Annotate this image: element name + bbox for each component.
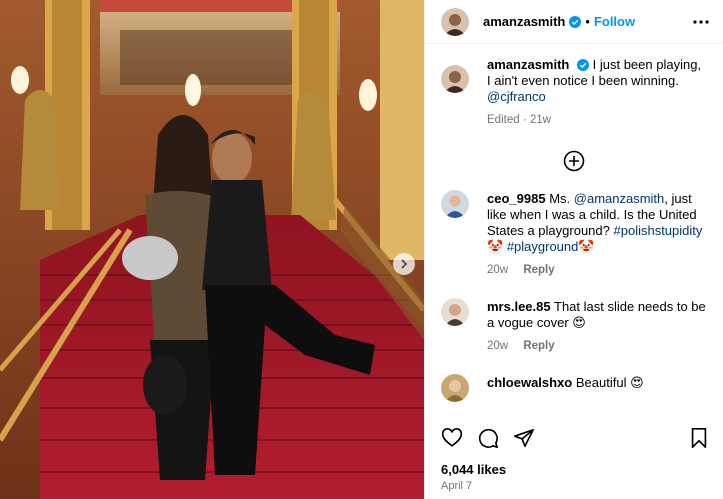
- chevron-right-icon: [401, 259, 408, 269]
- caption-mention-link[interactable]: @cjfranco: [487, 89, 546, 104]
- reply-button[interactable]: Reply: [523, 340, 554, 352]
- next-slide-button[interactable]: [393, 253, 415, 275]
- commenter-avatar[interactable]: [441, 374, 469, 402]
- post-panel: amanzasmith • Follow amanzasmith I just …: [424, 0, 723, 499]
- post-photo[interactable]: [0, 0, 424, 499]
- action-bar: [425, 420, 723, 456]
- post-header: amanzasmith • Follow: [425, 0, 723, 44]
- clown-emoji: 🤡: [578, 239, 595, 254]
- hashtag-link[interactable]: #playground: [507, 239, 579, 254]
- comment-item: mrs.lee.85 That last slide needs to be a…: [425, 288, 723, 354]
- post-date[interactable]: April 7: [441, 480, 472, 492]
- share-icon[interactable]: [513, 427, 535, 449]
- bookmark-icon[interactable]: [689, 427, 709, 449]
- caption: amanzasmith I just been playing, I ain't…: [425, 55, 723, 128]
- comment-text: Ms.: [549, 191, 571, 206]
- caption-username[interactable]: amanzasmith: [487, 57, 569, 72]
- commenter-avatar[interactable]: [441, 298, 469, 326]
- comment-meta: 20w Reply: [487, 338, 707, 354]
- comment-item: ceo_9985 Ms. @amanzasmith, just like whe…: [425, 190, 723, 278]
- more-options-icon[interactable]: [693, 19, 709, 24]
- comment-meta: 20w Reply: [487, 262, 707, 278]
- caption-avatar[interactable]: [441, 65, 469, 93]
- comment-username[interactable]: mrs.lee.85: [487, 299, 551, 314]
- comment-text: Beautiful: [575, 375, 627, 390]
- theater-staircase-image: [0, 0, 424, 499]
- comment-age: 20w: [487, 264, 509, 276]
- load-more-comments-button[interactable]: [425, 150, 723, 172]
- hashtag-link[interactable]: #polishstupidity: [614, 223, 703, 238]
- plus-circle-icon: [563, 150, 585, 172]
- clown-emoji: 🤡: [487, 239, 504, 254]
- author-username[interactable]: amanzasmith: [483, 14, 565, 29]
- follow-button[interactable]: Follow: [594, 14, 635, 29]
- likes-count[interactable]: 6,044 likes: [441, 462, 506, 477]
- reply-button[interactable]: Reply: [523, 264, 554, 276]
- comment-icon[interactable]: [477, 427, 499, 449]
- comment-item: chloewalshxo Beautiful 😍: [425, 364, 723, 402]
- comment-username[interactable]: ceo_9985: [487, 191, 546, 206]
- caption-meta: Edited · 21w: [487, 114, 551, 126]
- verified-badge-icon: [577, 59, 589, 71]
- comment-username[interactable]: chloewalshxo: [487, 375, 572, 390]
- heart-eyes-emoji: 😍: [630, 375, 644, 390]
- verified-badge-icon: [569, 15, 582, 28]
- comment-age: 20w: [487, 340, 509, 352]
- comments-section[interactable]: amanzasmith I just been playing, I ain't…: [425, 55, 723, 412]
- heart-eyes-emoji: 😍: [572, 315, 586, 330]
- commenter-avatar[interactable]: [441, 190, 469, 218]
- heart-icon[interactable]: [441, 427, 463, 449]
- author-avatar[interactable]: [441, 7, 469, 36]
- comment-mention-link[interactable]: @amanzasmith: [574, 191, 665, 206]
- separator-dot: •: [585, 14, 590, 29]
